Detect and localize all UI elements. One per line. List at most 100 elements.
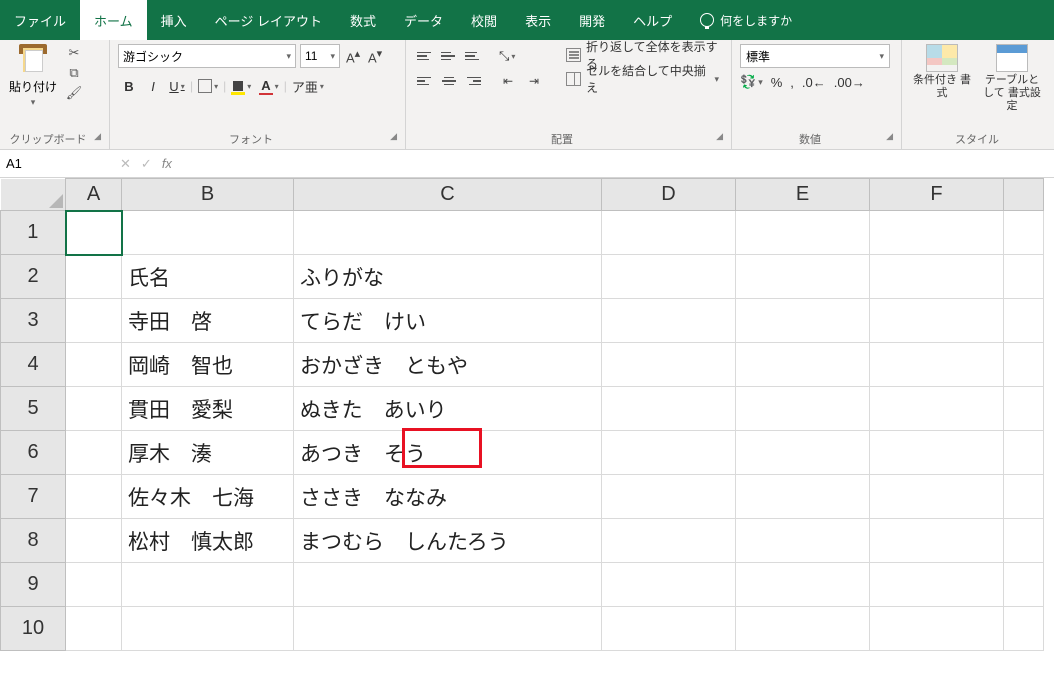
cell[interactable] [1004, 519, 1044, 563]
spreadsheet-grid[interactable]: A B C D E F 12氏名ふりがな3寺田 啓てらだ けい4岡崎 智也おかざ… [0, 178, 1044, 651]
formula-input[interactable] [182, 150, 1054, 177]
font-color-button[interactable]: A▾ [256, 74, 281, 98]
cell[interactable] [602, 431, 736, 475]
cell[interactable] [602, 519, 736, 563]
cell[interactable] [294, 211, 602, 255]
insert-function-button[interactable]: fx [162, 156, 172, 171]
tab-review[interactable]: 校閲 [457, 0, 511, 40]
cell[interactable]: ささき ななみ [294, 475, 602, 519]
cell[interactable] [1004, 607, 1044, 651]
percent-format-button[interactable]: % [771, 75, 783, 90]
cell[interactable] [870, 519, 1004, 563]
tab-page-layout[interactable]: ページ レイアウト [201, 0, 336, 40]
cell[interactable] [870, 563, 1004, 607]
cell[interactable] [870, 607, 1004, 651]
row-header[interactable]: 10 [1, 607, 66, 651]
cell[interactable] [870, 387, 1004, 431]
cell[interactable] [736, 255, 870, 299]
column-header[interactable]: B [122, 179, 294, 211]
cell[interactable]: 岡崎 智也 [122, 343, 294, 387]
dialog-launcher-icon[interactable]: ◢ [390, 131, 397, 142]
bold-button[interactable]: B [118, 74, 140, 98]
cell[interactable] [736, 299, 870, 343]
cell[interactable]: 厚木 湊 [122, 431, 294, 475]
cell[interactable] [870, 211, 1004, 255]
cell[interactable]: てらだ けい [294, 299, 602, 343]
align-middle-button[interactable] [438, 45, 460, 67]
tab-view[interactable]: 表示 [511, 0, 565, 40]
cell[interactable] [602, 299, 736, 343]
increase-indent-button[interactable]: ⇥ [522, 70, 546, 92]
borders-button[interactable]: ▾ [195, 74, 221, 98]
fill-color-button[interactable]: ▾ [228, 74, 254, 98]
cell[interactable] [602, 343, 736, 387]
cell[interactable] [736, 607, 870, 651]
align-center-button[interactable] [438, 70, 460, 92]
cell[interactable] [1004, 431, 1044, 475]
cell[interactable] [736, 343, 870, 387]
cell[interactable]: ぬきた あいり [294, 387, 602, 431]
cell[interactable] [122, 211, 294, 255]
cell[interactable] [602, 563, 736, 607]
cell[interactable] [1004, 387, 1044, 431]
cancel-formula-button[interactable]: ✕ [120, 156, 131, 172]
cell[interactable] [1004, 255, 1044, 299]
tab-formulas[interactable]: 数式 [336, 0, 390, 40]
cell[interactable] [736, 475, 870, 519]
cell[interactable] [66, 431, 122, 475]
align-right-button[interactable] [462, 70, 484, 92]
cell[interactable] [66, 343, 122, 387]
cell[interactable] [736, 211, 870, 255]
row-header[interactable]: 7 [1, 475, 66, 519]
cell[interactable] [602, 211, 736, 255]
cell[interactable]: まつむら しんたろう [294, 519, 602, 563]
column-header[interactable]: F [870, 179, 1004, 211]
cell[interactable] [66, 563, 122, 607]
cell[interactable] [66, 607, 122, 651]
cell[interactable] [122, 563, 294, 607]
cut-button[interactable]: ✂ [64, 44, 84, 62]
cell[interactable] [736, 431, 870, 475]
cell[interactable] [66, 519, 122, 563]
column-header[interactable]: D [602, 179, 736, 211]
cell[interactable] [66, 211, 122, 255]
cell[interactable]: あつき そう [294, 431, 602, 475]
row-header[interactable]: 5 [1, 387, 66, 431]
conditional-formatting-button[interactable]: 条件付き 書式 [912, 44, 972, 129]
dialog-launcher-icon[interactable]: ◢ [886, 131, 893, 142]
cell[interactable] [870, 343, 1004, 387]
tab-insert[interactable]: 挿入 [147, 0, 201, 40]
comma-format-button[interactable]: , [790, 75, 794, 90]
decrease-decimal-button[interactable]: .00→ [834, 75, 865, 90]
dialog-launcher-icon[interactable]: ◢ [716, 131, 723, 142]
cell[interactable] [294, 607, 602, 651]
cell[interactable] [602, 475, 736, 519]
cell[interactable] [870, 299, 1004, 343]
column-header[interactable]: C [294, 179, 602, 211]
cell[interactable] [66, 255, 122, 299]
name-box[interactable]: ▾ [0, 150, 110, 177]
increase-font-size-button[interactable]: A▴ [344, 44, 362, 68]
phonetic-button[interactable]: ア亜▾ [289, 74, 327, 98]
cell[interactable]: 氏名 [122, 255, 294, 299]
increase-decimal-button[interactable]: .0← [802, 75, 826, 90]
tab-home[interactable]: ホーム [80, 0, 147, 40]
cell[interactable]: おかざき ともや [294, 343, 602, 387]
row-header[interactable]: 3 [1, 299, 66, 343]
cell[interactable] [1004, 343, 1044, 387]
number-format-select[interactable]: 標準 ▾ [740, 44, 890, 68]
select-all-corner[interactable] [1, 179, 66, 211]
align-top-button[interactable] [414, 45, 436, 67]
italic-button[interactable]: I [142, 74, 164, 98]
tell-me-search[interactable]: 何をしますか [686, 0, 806, 40]
cell[interactable] [66, 299, 122, 343]
decrease-font-size-button[interactable]: A▾ [366, 44, 384, 68]
cell[interactable] [870, 255, 1004, 299]
cell[interactable]: 佐々木 七海 [122, 475, 294, 519]
enter-formula-button[interactable]: ✓ [141, 156, 152, 172]
row-header[interactable]: 1 [1, 211, 66, 255]
cell[interactable]: ふりがな [294, 255, 602, 299]
cell[interactable] [602, 607, 736, 651]
cell[interactable] [870, 431, 1004, 475]
orientation-button[interactable]: ⤡▾ [496, 44, 518, 68]
